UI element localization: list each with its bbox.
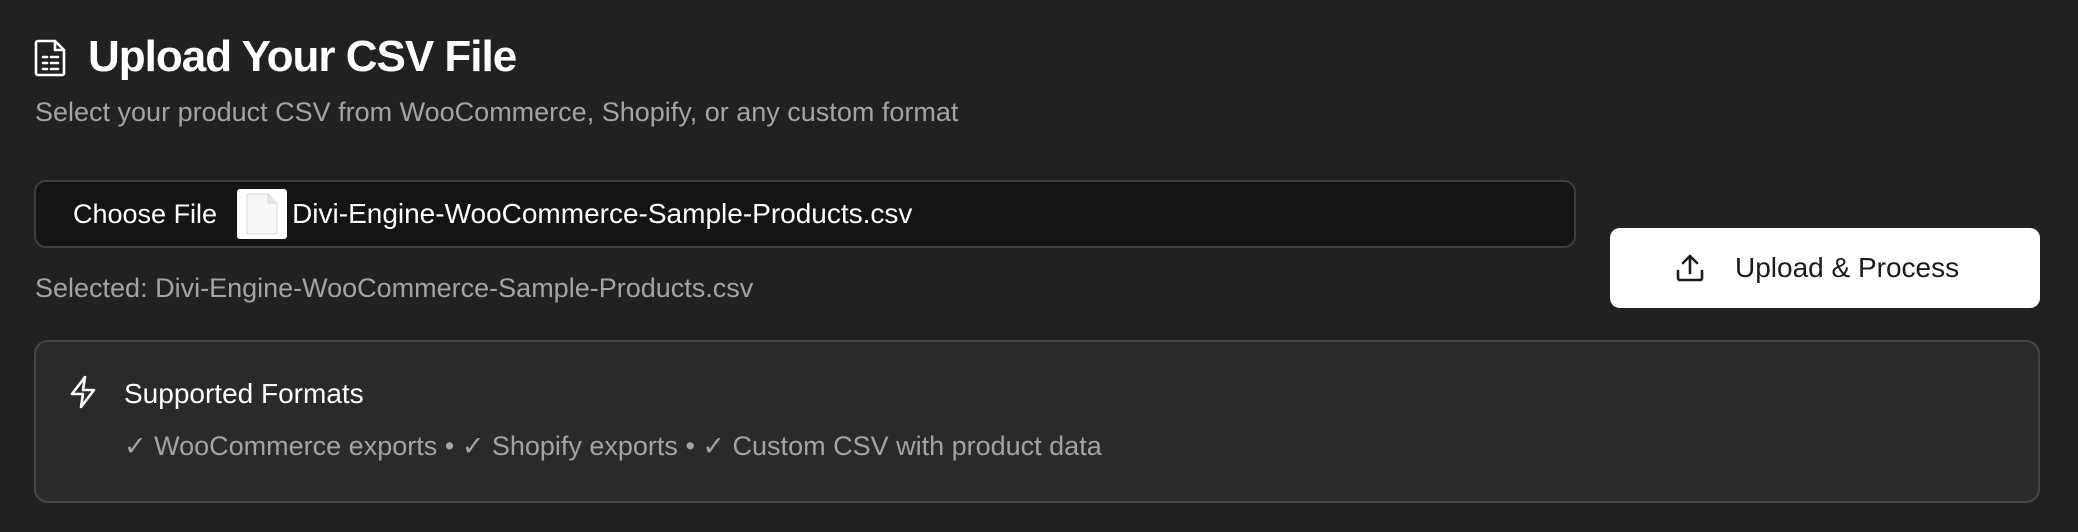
selected-file-status: Selected: Divi-Engine-WooCommerce-Sample… bbox=[35, 273, 754, 303]
supported-formats-title: Supported Formats bbox=[124, 378, 364, 409]
header: Upload Your CSV File bbox=[34, 26, 517, 88]
page-subtitle: Select your product CSV from WooCommerce… bbox=[35, 97, 959, 127]
format-separator: • bbox=[685, 431, 695, 461]
upload-icon bbox=[1675, 253, 1705, 283]
format-item: ✓ Custom CSV with product data bbox=[702, 431, 1102, 461]
page-title: Upload Your CSV File bbox=[88, 32, 517, 81]
selected-file-name: Divi-Engine-WooCommerce-Sample-Products.… bbox=[292, 198, 913, 229]
supported-formats-card: Supported Formats ✓ WooCommerce exports … bbox=[34, 340, 2040, 503]
format-item: ✓ Shopify exports bbox=[461, 431, 678, 461]
upload-button-label: Upload & Process bbox=[1735, 252, 1960, 283]
file-text-icon bbox=[34, 37, 68, 77]
upload-process-button[interactable]: Upload & Process bbox=[1610, 228, 2040, 308]
format-item: ✓ WooCommerce exports bbox=[124, 431, 438, 461]
choose-file-button[interactable]: Choose File bbox=[73, 194, 217, 234]
csv-upload-panel: Upload Your CSV File Select your product… bbox=[0, 0, 2078, 532]
file-input[interactable]: Choose File Divi-Engine-WooCommerce-Samp… bbox=[34, 180, 1576, 248]
document-icon bbox=[237, 189, 288, 239]
format-separator: • bbox=[444, 431, 455, 461]
lightning-icon bbox=[68, 374, 98, 415]
supported-formats-list: ✓ WooCommerce exports • ✓ Shopify export… bbox=[124, 426, 1102, 466]
